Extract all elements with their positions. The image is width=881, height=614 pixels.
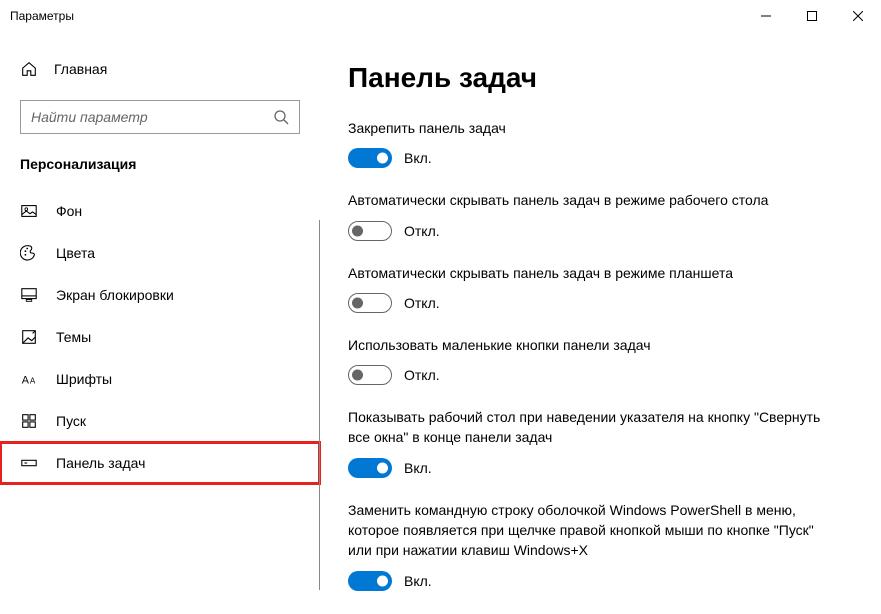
search-input[interactable] — [31, 109, 273, 125]
toggle-state: Вкл. — [404, 573, 432, 589]
maximize-button[interactable] — [789, 0, 835, 32]
home-link[interactable]: Главная — [0, 52, 320, 86]
toggle-peek-desktop[interactable] — [348, 458, 392, 478]
setting-label: Автоматически скрывать панель задач в ре… — [348, 263, 841, 283]
setting-autohide-desktop: Автоматически скрывать панель задач в ре… — [348, 190, 841, 240]
home-icon — [20, 60, 38, 78]
sidebar-item-label: Шрифты — [56, 371, 112, 387]
toggle-autohide-desktop[interactable] — [348, 221, 392, 241]
start-icon — [20, 412, 38, 430]
setting-label: Показывать рабочий стол при наведении ук… — [348, 407, 841, 448]
toggle-state: Вкл. — [404, 150, 432, 166]
window-controls — [743, 0, 881, 32]
setting-powershell: Заменить командную строку оболочкой Wind… — [348, 500, 841, 591]
close-button[interactable] — [835, 0, 881, 32]
close-icon — [853, 11, 863, 21]
setting-label: Закрепить панель задач — [348, 118, 841, 138]
toggle-state: Откл. — [404, 367, 440, 383]
sidebar-item-label: Пуск — [56, 413, 86, 429]
window-title: Параметры — [10, 9, 74, 23]
picture-icon — [20, 202, 38, 220]
toggle-lock-taskbar[interactable] — [348, 148, 392, 168]
palette-icon — [20, 244, 38, 262]
setting-peek-desktop: Показывать рабочий стол при наведении ук… — [348, 407, 841, 478]
titlebar: Параметры — [0, 0, 881, 32]
taskbar-icon — [20, 454, 38, 472]
fonts-icon: AA — [20, 370, 38, 388]
sidebar-divider — [319, 220, 320, 590]
toggle-small-buttons[interactable] — [348, 365, 392, 385]
sidebar-item-label: Темы — [56, 329, 91, 345]
search-icon — [273, 109, 289, 125]
sidebar-item-start[interactable]: Пуск — [0, 400, 320, 442]
sidebar-item-themes[interactable]: Темы — [0, 316, 320, 358]
setting-small-buttons: Использовать маленькие кнопки панели зад… — [348, 335, 841, 385]
svg-text:A: A — [30, 377, 36, 386]
svg-text:A: A — [22, 375, 30, 387]
sidebar-item-colors[interactable]: Цвета — [0, 232, 320, 274]
setting-autohide-tablet: Автоматически скрывать панель задач в ре… — [348, 263, 841, 313]
sidebar-item-label: Цвета — [56, 245, 95, 261]
setting-label: Автоматически скрывать панель задач в ре… — [348, 190, 841, 210]
page-title: Панель задач — [348, 62, 841, 94]
setting-lock-taskbar: Закрепить панель задач Вкл. — [348, 118, 841, 168]
toggle-autohide-tablet[interactable] — [348, 293, 392, 313]
sidebar-item-background[interactable]: Фон — [0, 190, 320, 232]
toggle-state: Вкл. — [404, 460, 432, 476]
sidebar-item-fonts[interactable]: AA Шрифты — [0, 358, 320, 400]
minimize-icon — [761, 11, 771, 21]
minimize-button[interactable] — [743, 0, 789, 32]
main-panel: Панель задач Закрепить панель задач Вкл.… — [320, 32, 881, 614]
sidebar-item-lockscreen[interactable]: Экран блокировки — [0, 274, 320, 316]
sidebar: Главная Персонализация Фон Цвета Экран б… — [0, 32, 320, 614]
sidebar-item-label: Фон — [56, 203, 82, 219]
toggle-state: Откл. — [404, 295, 440, 311]
maximize-icon — [807, 11, 817, 21]
sidebar-item-label: Панель задач — [56, 455, 145, 471]
setting-label: Заменить командную строку оболочкой Wind… — [348, 500, 841, 561]
lockscreen-icon — [20, 286, 38, 304]
toggle-state: Откл. — [404, 223, 440, 239]
setting-label: Использовать маленькие кнопки панели зад… — [348, 335, 841, 355]
search-box[interactable] — [20, 100, 300, 134]
themes-icon — [20, 328, 38, 346]
home-label: Главная — [54, 61, 107, 77]
sidebar-item-label: Экран блокировки — [56, 287, 174, 303]
sidebar-item-taskbar[interactable]: Панель задач — [0, 442, 320, 484]
section-title: Персонализация — [0, 156, 320, 190]
toggle-powershell[interactable] — [348, 571, 392, 591]
